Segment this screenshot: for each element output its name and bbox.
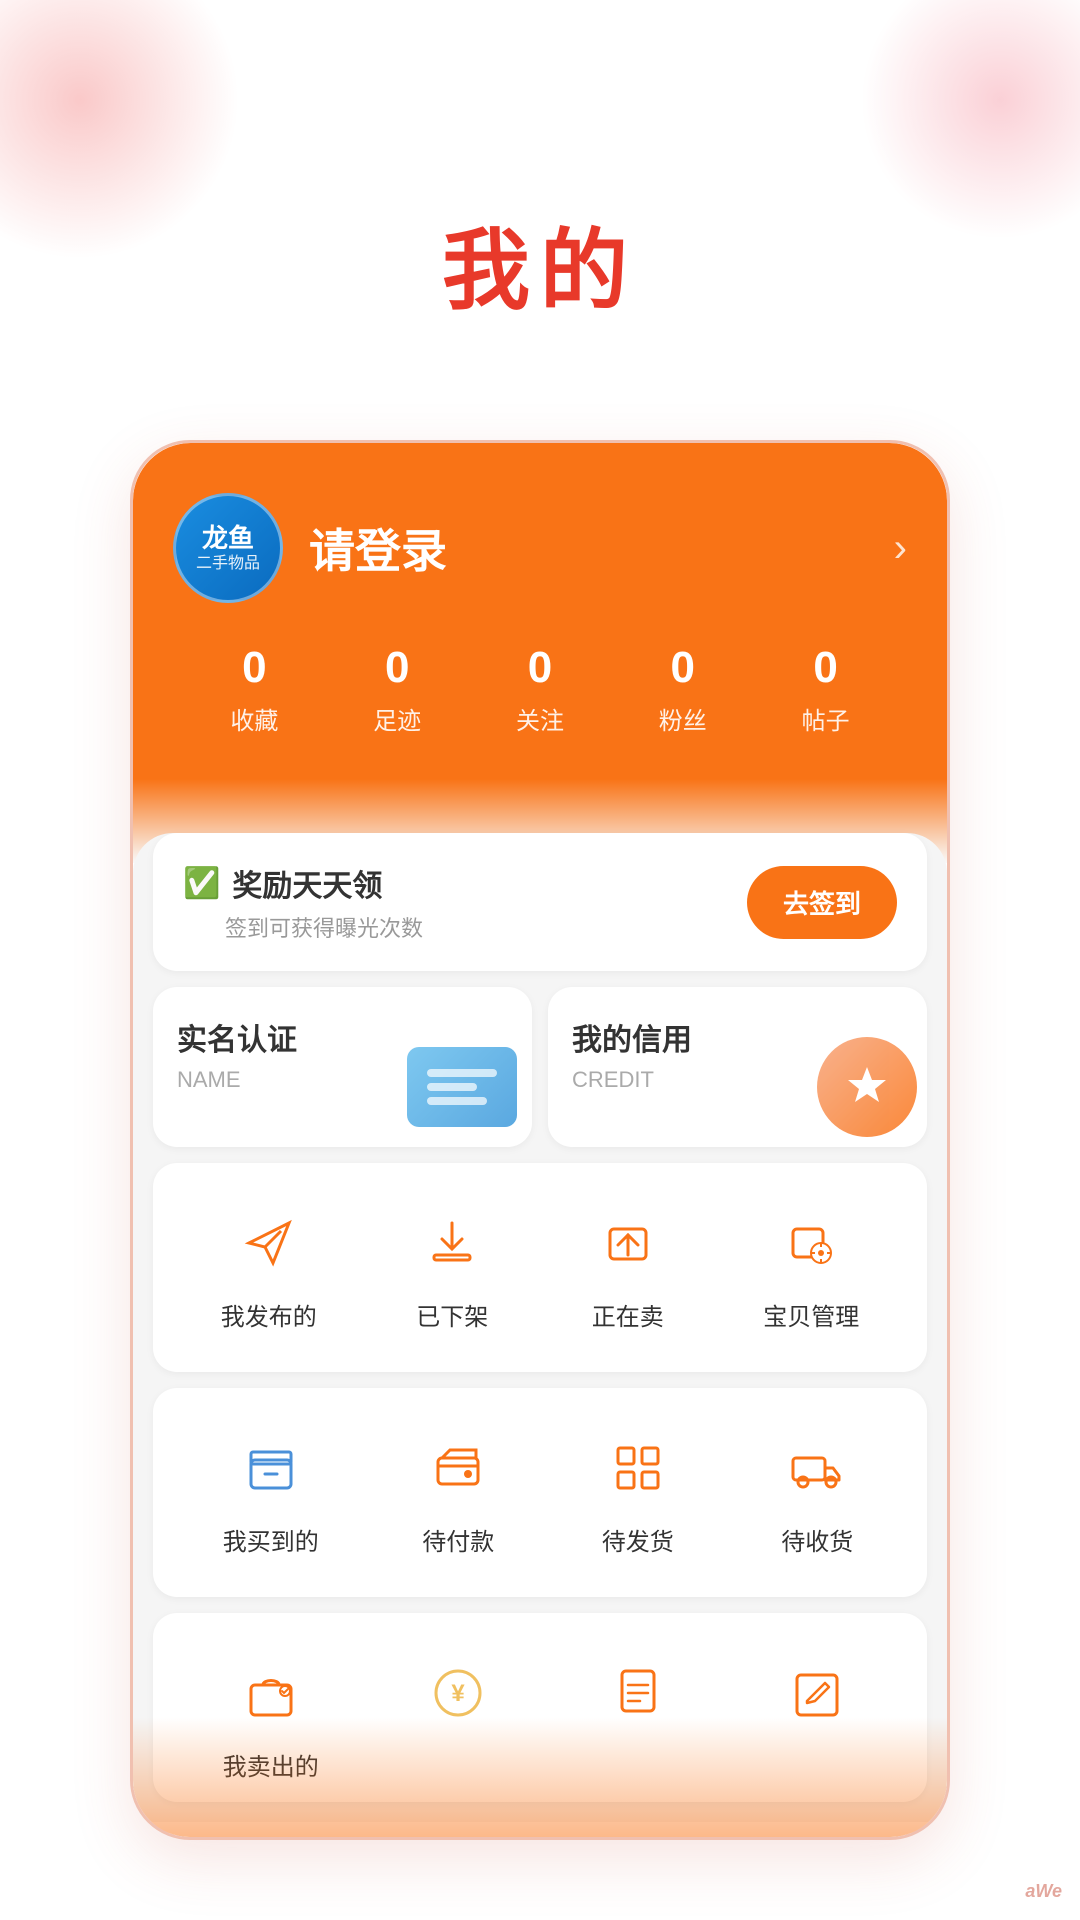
download-icon xyxy=(412,1203,492,1283)
reward-card: ✅ 奖励天天领 签到可获得曝光次数 去签到 xyxy=(153,833,927,971)
real-name-card[interactable]: 实名认证 NAME xyxy=(153,987,532,1147)
svg-text:¥: ¥ xyxy=(452,1680,466,1707)
wallet-icon xyxy=(418,1428,498,1508)
action-pending-ship[interactable]: 待发货 xyxy=(588,1418,688,1567)
action-label-pending-receive: 待收货 xyxy=(781,1522,853,1557)
action-label-published: 我发布的 xyxy=(221,1297,317,1332)
action-delisted[interactable]: 已下架 xyxy=(402,1193,502,1342)
action-pending-pay[interactable]: 待付款 xyxy=(408,1418,508,1567)
stat-fans[interactable]: 0 粉丝 xyxy=(659,643,707,736)
upload-icon xyxy=(588,1203,668,1283)
sell-action-row: 我发布的 已下架 xyxy=(173,1193,907,1342)
reward-subtitle: 签到可获得曝光次数 xyxy=(225,911,423,943)
buy-action-row: 我买到的 待付款 xyxy=(173,1418,907,1567)
id-card-icon xyxy=(407,1047,517,1127)
phone-body: ✅ 奖励天天领 签到可获得曝光次数 去签到 实名认证 NAME xyxy=(133,833,947,1822)
send-icon xyxy=(229,1203,309,1283)
action-label-pending-pay: 待付款 xyxy=(422,1522,494,1557)
action-label-bought: 我买到的 xyxy=(223,1522,319,1557)
truck-icon xyxy=(777,1428,857,1508)
action-selling[interactable]: 正在卖 xyxy=(578,1193,678,1342)
stat-footprint[interactable]: 0 足迹 xyxy=(373,643,421,736)
action-manage[interactable]: 宝贝管理 xyxy=(753,1193,869,1342)
login-prompt[interactable]: 请登录 xyxy=(309,515,447,581)
stat-following[interactable]: 0 关注 xyxy=(516,643,564,736)
chevron-right-icon: › xyxy=(894,526,907,571)
verify-row: 实名认证 NAME 我的信用 CREDIT xyxy=(153,987,927,1147)
credit-card[interactable]: 我的信用 CREDIT xyxy=(548,987,927,1147)
action-bought[interactable]: 我买到的 xyxy=(213,1418,329,1567)
action-published[interactable]: 我发布的 xyxy=(211,1193,327,1342)
action-pending-receive[interactable]: 待收货 xyxy=(767,1418,867,1567)
phone-bottom-gradient xyxy=(133,1717,947,1837)
stats-row: 0 收藏 0 足迹 0 关注 0 粉丝 0 帖子 xyxy=(173,643,907,736)
stat-favorites[interactable]: 0 收藏 xyxy=(230,643,278,736)
box-icon xyxy=(231,1428,311,1508)
watermark: aWe xyxy=(1025,1881,1062,1902)
stat-posts[interactable]: 0 帖子 xyxy=(802,643,850,736)
action-label-pending-ship: 待发货 xyxy=(602,1522,674,1557)
reward-title: 奖励天天领 xyxy=(232,861,382,905)
manage-icon xyxy=(771,1203,851,1283)
pending-ship-icon xyxy=(598,1428,678,1508)
phone-mockup: 龙鱼 二手物品 请登录 › 0 收藏 0 足迹 0 关注 0 xyxy=(130,440,950,1840)
action-label-selling: 正在卖 xyxy=(592,1297,664,1332)
credit-star-icon xyxy=(817,1037,917,1137)
buy-actions-grid: 我买到的 待付款 xyxy=(153,1388,927,1597)
reward-info: ✅ 奖励天天领 签到可获得曝光次数 xyxy=(183,861,423,943)
app-logo: 龙鱼 二手物品 xyxy=(173,493,283,603)
logo-area[interactable]: 龙鱼 二手物品 请登录 xyxy=(173,493,447,603)
checkin-button[interactable]: 去签到 xyxy=(747,866,897,939)
reward-icon: ✅ xyxy=(183,866,220,901)
profile-header: 龙鱼 二手物品 请登录 › 0 收藏 0 足迹 0 关注 0 xyxy=(133,443,947,863)
sell-actions-grid: 我发布的 已下架 xyxy=(153,1163,927,1372)
action-label-delisted: 已下架 xyxy=(416,1297,488,1332)
action-label-manage: 宝贝管理 xyxy=(763,1297,859,1332)
